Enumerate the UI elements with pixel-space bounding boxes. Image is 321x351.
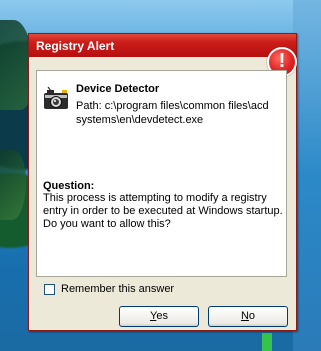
yes-button-label: es xyxy=(156,310,168,322)
registry-alert-dialog: Registry Alert ! Device Detector Path: c… xyxy=(28,33,297,331)
no-button[interactable]: No xyxy=(208,306,288,327)
alert-content-panel: Device Detector Path: c:\program files\c… xyxy=(36,70,287,277)
no-button-mnemonic: N xyxy=(240,310,249,322)
remember-label: Remember this answer xyxy=(61,283,175,295)
question-text: This process is attempting to modify a r… xyxy=(43,192,283,230)
device-path: Path: c:\program files\common files\acd … xyxy=(76,100,269,126)
palm-tree-decoration xyxy=(0,150,26,220)
title-bar[interactable]: Registry Alert xyxy=(29,34,296,57)
window-title: Registry Alert xyxy=(36,39,115,53)
desktop-strip xyxy=(293,0,321,351)
question-heading: Question: xyxy=(43,180,95,192)
remember-checkbox[interactable] xyxy=(44,283,55,295)
camera-icon xyxy=(44,86,68,109)
device-name: Device Detector xyxy=(76,83,160,95)
desktop-green-shape xyxy=(262,333,272,351)
remember-answer-option[interactable]: Remember this answer xyxy=(44,283,174,295)
no-button-label: o xyxy=(248,310,256,322)
yes-button[interactable]: Yes xyxy=(119,306,199,327)
